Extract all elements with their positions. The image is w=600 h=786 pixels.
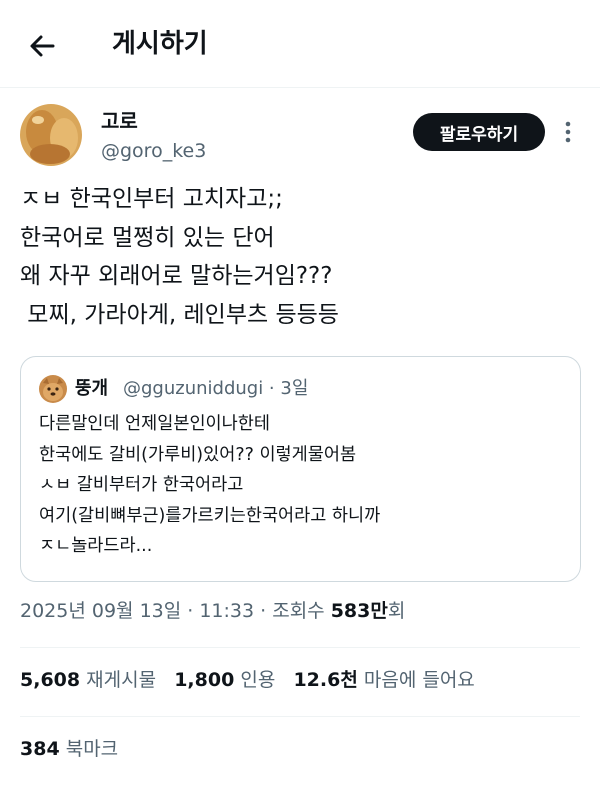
quote-line: 여기(갈비뼈부근)를가르키는한국어라고 하니까 bbox=[39, 505, 381, 526]
quote-author-name: 뚱개 bbox=[75, 378, 109, 399]
back-button[interactable] bbox=[22, 26, 62, 66]
quote-line: ㅅㅂ 갈비부터가 한국어라고 bbox=[39, 475, 244, 495]
quote-line: ㅈㄴ놀라드라... bbox=[39, 536, 153, 556]
quotes-label: 인용 bbox=[240, 669, 276, 691]
quote-text: 다른말인데 언제일본인이나한테 한국에도 갈비(가루비)있어?? 이렇게물어봄 … bbox=[39, 409, 569, 562]
author-avatar[interactable] bbox=[20, 104, 82, 166]
tweet-line: ㅈㅂ 한국인부터 고치자고;; bbox=[20, 186, 283, 212]
more-vertical-icon bbox=[565, 121, 571, 143]
views-suffix: 회 bbox=[387, 600, 406, 622]
arrow-left-icon bbox=[30, 35, 55, 57]
quote-author-avatar bbox=[39, 375, 67, 403]
tweet-line: 모찌, 가라아게, 레인부츠 등등등 bbox=[20, 301, 339, 328]
divider bbox=[20, 647, 580, 648]
tweet-text: ㅈㅂ 한국인부터 고치자고;; 한국어로 멀쩡히 있는 단어 왜 자꾸 외래어로… bbox=[20, 180, 580, 334]
tweet-timestamp-row: 2025년 09월 13일 · 11:33 · 조회수 583만회 bbox=[20, 597, 405, 625]
likes-stat[interactable]: 12.6천 마음에 들어요 bbox=[293, 669, 474, 691]
quotes-count: 1,800 bbox=[174, 669, 235, 691]
author-display-name[interactable]: 고로 bbox=[101, 108, 138, 134]
bookmarks-stat[interactable]: 384 북마크 bbox=[20, 735, 118, 763]
likes-label: 마음에 들어요 bbox=[363, 669, 475, 691]
tweet-line: 왜 자꾸 외래어로 말하는거임??? bbox=[20, 263, 333, 289]
quoted-tweet-card[interactable]: 뚱개 @gguzuniddugi · 3일 다른말인데 언제일본인이나한테 한국… bbox=[20, 356, 581, 582]
quote-avatar-image bbox=[39, 375, 67, 403]
engagement-stats: 5,608 재게시물 1,800 인용 12.6천 마음에 들어요 bbox=[20, 666, 475, 694]
reposts-label: 재게시물 bbox=[86, 669, 157, 691]
top-bar: 게시하기 bbox=[0, 0, 600, 88]
follow-button[interactable]: 팔로우하기 bbox=[413, 113, 545, 151]
quote-line: 다른말인데 언제일본인이나한테 bbox=[39, 414, 270, 434]
reposts-stat[interactable]: 5,608 재게시물 bbox=[20, 669, 156, 691]
bookmarks-count: 384 bbox=[20, 738, 60, 760]
bookmarks-label: 북마크 bbox=[65, 738, 119, 760]
avatar-image bbox=[20, 104, 82, 166]
divider bbox=[20, 716, 580, 717]
tweet-datetime[interactable]: 2025년 09월 13일 · 11:33 · 조회수 bbox=[20, 600, 331, 622]
page-title: 게시하기 bbox=[112, 29, 208, 59]
likes-count: 12.6천 bbox=[293, 669, 358, 691]
quote-line: 한국에도 갈비(가루비)있어?? 이렇게물어봄 bbox=[39, 444, 357, 465]
views-count: 583만 bbox=[330, 600, 388, 622]
quote-author-meta: @gguzuniddugi · 3일 bbox=[123, 378, 309, 399]
tweet-line: 한국어로 멀쩡히 있는 단어 bbox=[20, 224, 275, 251]
author-handle[interactable]: @goro_ke3 bbox=[101, 138, 206, 164]
reposts-count: 5,608 bbox=[20, 669, 81, 691]
more-button[interactable] bbox=[558, 118, 578, 146]
quotes-stat[interactable]: 1,800 인용 bbox=[174, 669, 275, 691]
